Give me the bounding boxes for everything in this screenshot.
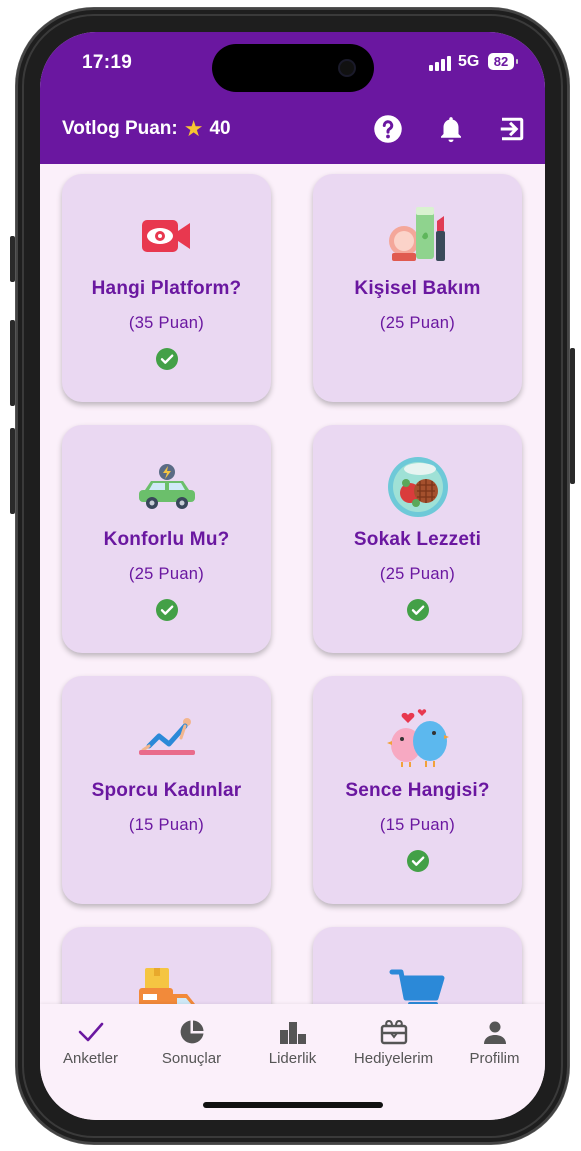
survey-points: (25 Puan) [379, 314, 456, 332]
points-label: Votlog Puan: [62, 118, 178, 139]
survey-points: (25 Puan) [128, 565, 205, 583]
survey-title: Sokak Lezzeti [353, 529, 482, 550]
survey-points: (15 Puan) [379, 816, 456, 834]
status-bar: 17:19 5G 82 [40, 32, 545, 94]
cosmetics-icon [388, 207, 445, 261]
nav-item-hediyelerim[interactable]: Hediyelerim [343, 1018, 444, 1067]
app-bar: Votlog Puan: ★ 40 [40, 94, 545, 164]
love-birds-icon [386, 709, 449, 767]
star-icon: ★ [183, 116, 204, 141]
power-button [570, 348, 575, 484]
nav-item-anketler[interactable]: Anketler [40, 1018, 141, 1067]
street-food-icon [387, 457, 448, 517]
survey-points: (25 Puan) [379, 565, 456, 583]
video-eye-icon [141, 220, 190, 252]
survey-card[interactable]: Sence Hangisi? (15 Puan) [313, 676, 522, 904]
electric-car-icon [138, 464, 195, 509]
pie-chart-icon [180, 1020, 203, 1044]
check-circle-icon [155, 348, 178, 370]
battery-icon: 82 [488, 53, 518, 70]
check-circle-icon [406, 850, 429, 872]
survey-points: (35 Puan) [128, 314, 205, 332]
survey-card[interactable]: Konforlu Mu? (25 Puan) [62, 425, 271, 653]
nav-label: Profilim [469, 1050, 520, 1067]
survey-title: Kişisel Bakım [354, 278, 481, 299]
nav-label: Sonuçlar [161, 1050, 222, 1067]
survey-card[interactable]: Sporcu Kadınlar (15 Puan) [62, 676, 271, 904]
nav-label: Anketler [62, 1050, 119, 1067]
survey-title: Sence Hangisi? [345, 780, 490, 801]
check-circle-icon [155, 599, 178, 621]
nav-item-profilim[interactable]: Profilim [444, 1018, 545, 1067]
survey-card[interactable] [62, 927, 271, 1004]
silent-switch [10, 236, 15, 282]
survey-card[interactable]: Hangi Platform? (35 Puan) [62, 174, 271, 402]
bottom-navigation: Anketler Sonuçlar Liderlik Hediyelerim P… [40, 1004, 545, 1120]
nav-label: Hediyelerim [353, 1050, 434, 1067]
check-circle-icon [406, 599, 429, 621]
shopping-cart-icon [389, 969, 444, 1004]
survey-card[interactable]: Sokak Lezzeti (25 Puan) [313, 425, 522, 653]
volume-down-button [10, 428, 15, 514]
workout-icon [138, 718, 195, 755]
survey-card[interactable] [313, 927, 522, 1004]
nav-item-liderlik[interactable]: Liderlik [242, 1018, 343, 1067]
volume-up-button [10, 320, 15, 406]
help-icon[interactable] [373, 114, 403, 144]
bell-icon[interactable] [436, 114, 466, 144]
app-screen: 17:19 5G 82 Votlog Puan: ★ 40 Hangi Plat… [40, 32, 545, 1120]
person-icon [483, 1021, 506, 1044]
points-value: 40 [209, 118, 231, 139]
delivery-truck-icon [138, 968, 195, 1004]
check-icon [78, 1022, 103, 1042]
points-title: Votlog Puan: ★ 40 [62, 118, 231, 140]
dynamic-island [212, 44, 374, 92]
survey-card[interactable]: Kişisel Bakım (25 Puan) [313, 174, 522, 402]
leaderboard-icon [279, 1022, 306, 1044]
nav-label: Liderlik [268, 1050, 317, 1067]
survey-title: Hangi Platform? [91, 278, 242, 299]
network-type: 5G [458, 53, 480, 70]
survey-points: (15 Puan) [128, 816, 205, 834]
status-time: 17:19 [82, 52, 133, 73]
survey-grid: Hangi Platform? (35 Puan) Kişisel Bakım … [40, 164, 545, 1004]
gift-icon [380, 1019, 407, 1045]
nav-item-sonuclar[interactable]: Sonuçlar [141, 1018, 242, 1067]
logout-icon[interactable] [497, 114, 527, 144]
survey-title: Sporcu Kadınlar [91, 780, 242, 801]
survey-title: Konforlu Mu? [103, 529, 230, 550]
home-indicator[interactable] [203, 1102, 383, 1108]
